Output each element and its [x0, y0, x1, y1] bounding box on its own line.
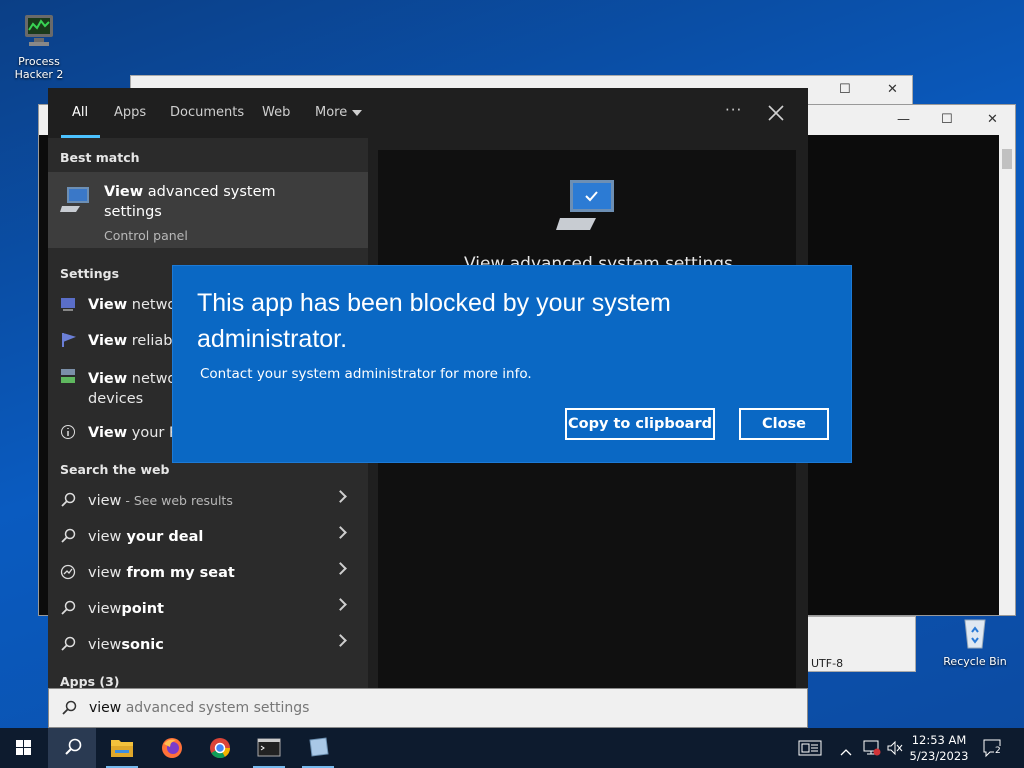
tab-more-label: More	[315, 105, 348, 120]
search-icon	[65, 738, 82, 755]
dialog-title: This app has been blocked by your system…	[197, 289, 671, 353]
blocked-app-dialog: This app has been blocked by your system…	[172, 265, 852, 463]
chevron-right-icon	[334, 490, 347, 503]
maximize-icon[interactable]: ☐	[839, 82, 851, 97]
maximize-icon[interactable]: ☐	[941, 112, 953, 127]
search-icon	[60, 636, 76, 652]
search-icon	[60, 600, 76, 616]
chevron-down-icon	[352, 109, 363, 116]
desktop-icon-label: Hacker 2	[14, 68, 64, 81]
best-match-subtitle: Control panel	[104, 228, 188, 243]
search-input[interactable]: view advanced system settings	[48, 688, 808, 728]
web-result-item[interactable]: viewpoint	[48, 592, 368, 628]
close-icon	[768, 105, 784, 121]
tab-documents[interactable]: Documents	[170, 105, 244, 120]
search-icon	[60, 492, 76, 508]
folder-icon	[111, 740, 133, 757]
apps-heading: Apps (3)	[60, 674, 120, 689]
notepad-icon	[309, 737, 329, 757]
taskbar-firefox[interactable]	[148, 728, 196, 768]
dialog-message: Contact your system administrator for mo…	[200, 366, 532, 382]
chevron-right-icon	[334, 562, 347, 575]
best-match-title: View advanced system settings	[104, 184, 276, 220]
close-icon[interactable]: ✕	[987, 112, 998, 127]
desktop-icon-label: Process	[18, 55, 60, 68]
taskbar-terminal[interactable]	[245, 728, 293, 768]
tab-web[interactable]: Web	[262, 105, 290, 120]
close-search-button[interactable]	[766, 103, 786, 123]
terminal-icon	[257, 738, 281, 757]
clock-time: 12:53 AM	[911, 733, 967, 747]
firefox-icon	[162, 738, 182, 758]
taskbar-app[interactable]	[294, 728, 342, 768]
settings-heading: Settings	[60, 266, 120, 281]
background-window-editor: UTF-8	[806, 616, 916, 672]
desktop-icon-label: Recycle Bin	[943, 655, 1007, 668]
search-icon	[61, 700, 77, 716]
tab-all[interactable]: All	[72, 105, 88, 120]
system-settings-icon	[60, 184, 92, 216]
copy-to-clipboard-button[interactable]: Copy to clipboard	[565, 408, 715, 440]
chevron-right-icon	[334, 634, 347, 647]
tab-apps[interactable]: Apps	[114, 105, 146, 120]
tab-more[interactable]: More	[315, 105, 363, 120]
news-widget-icon[interactable]	[798, 740, 822, 756]
close-icon[interactable]: ✕	[887, 82, 898, 97]
network-icon	[60, 296, 76, 312]
chevron-up-icon[interactable]	[840, 742, 852, 756]
desktop-icon-process-hacker[interactable]: Process Hacker 2	[4, 12, 74, 81]
system-settings-large-icon	[556, 178, 616, 234]
notification-count: 2	[994, 746, 1002, 756]
process-hacker-icon	[19, 12, 59, 52]
encoding-label: UTF-8	[811, 657, 844, 670]
notification-center-icon[interactable]: 2	[982, 738, 1004, 758]
windows-logo-icon	[16, 740, 31, 755]
recycle-bin-icon	[955, 612, 995, 652]
best-match-heading: Best match	[60, 150, 140, 165]
chevron-right-icon	[334, 598, 347, 611]
console-scrollbar[interactable]	[999, 135, 1015, 615]
chevron-right-icon	[334, 526, 347, 539]
trending-icon	[60, 564, 76, 580]
start-button[interactable]	[0, 728, 48, 768]
web-result-item[interactable]: view your deal	[48, 520, 368, 556]
chrome-icon	[210, 738, 231, 759]
web-result-item[interactable]: view from my seat	[48, 556, 368, 592]
taskbar: 12:53 AM 5/23/2023 2	[0, 728, 1024, 768]
devices-icon	[60, 368, 76, 384]
clock[interactable]: 12:53 AM 5/23/2023	[902, 732, 976, 764]
minimize-icon[interactable]: —	[897, 112, 910, 127]
more-options-button[interactable]: ···	[725, 101, 742, 119]
taskbar-search-button[interactable]	[48, 728, 96, 768]
search-input-value: view advanced system settings	[89, 700, 310, 716]
network-status-icon[interactable]	[862, 740, 882, 756]
close-button[interactable]: Close	[739, 408, 829, 440]
web-result-item[interactable]: viewsonic	[48, 628, 368, 664]
desktop-icon-recycle-bin[interactable]: Recycle Bin	[940, 612, 1010, 668]
search-web-heading: Search the web	[60, 462, 170, 477]
info-icon	[60, 424, 76, 440]
taskbar-file-explorer[interactable]	[98, 728, 146, 768]
search-tabs: All Apps Documents Web More ···	[48, 88, 808, 138]
best-match-item[interactable]: View advanced system settings Control pa…	[48, 172, 368, 248]
taskbar-chrome[interactable]	[196, 728, 244, 768]
web-result-item[interactable]: view - See web results	[48, 484, 368, 520]
search-icon	[60, 528, 76, 544]
clock-date: 5/23/2023	[909, 749, 969, 763]
flag-icon	[60, 332, 77, 348]
